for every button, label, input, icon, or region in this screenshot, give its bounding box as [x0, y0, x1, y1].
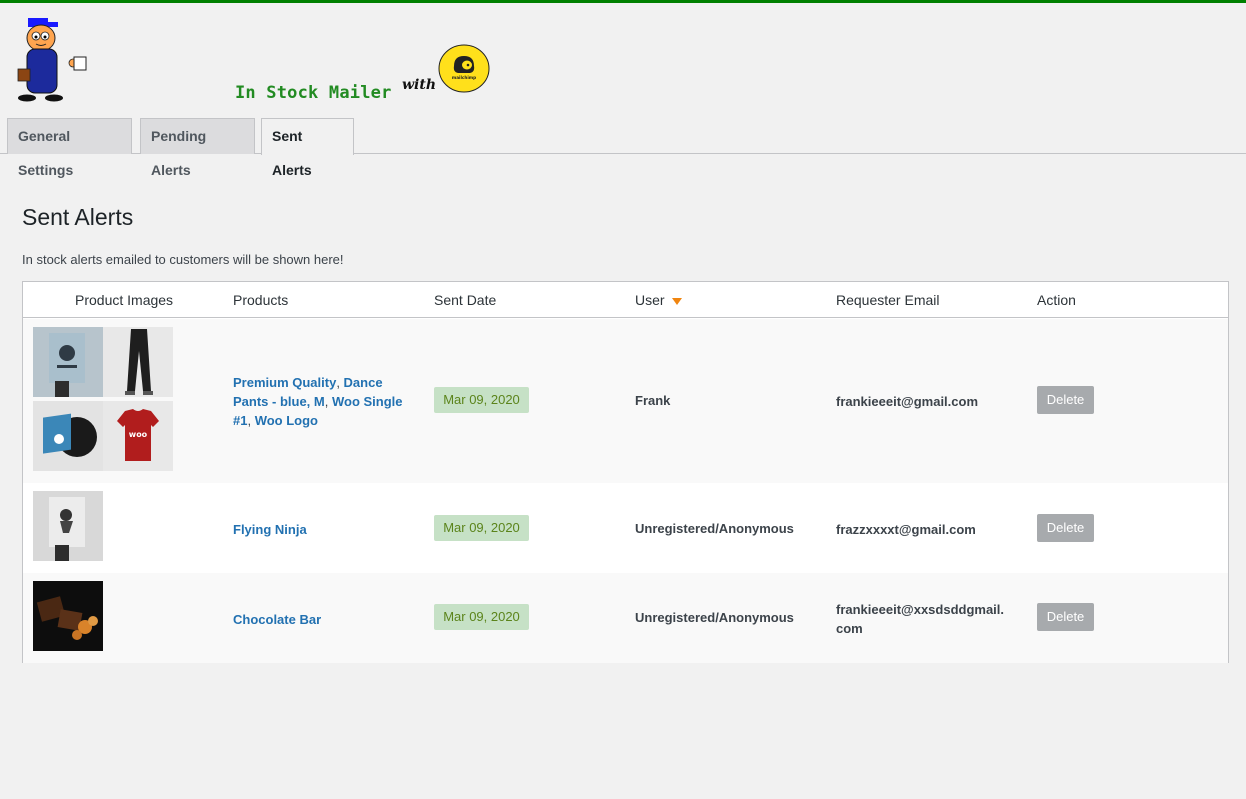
page-title: Sent Alerts — [22, 204, 134, 230]
user-name: Unregistered/Anonymous — [635, 521, 794, 536]
top-accent-bar — [0, 0, 1246, 3]
column-header-product-images: Product Images — [75, 292, 174, 308]
column-header-products[interactable]: Products — [233, 292, 288, 308]
table-header: Product Images Products Sent Date User R… — [23, 282, 1228, 318]
table-row: woo Premium Quality, Dance Pants - blue,… — [23, 319, 1228, 483]
chocolate-bar-icon[interactable] — [33, 581, 103, 651]
column-header-user[interactable]: User — [635, 292, 682, 308]
mailchimp-logo-text: mailchimp — [452, 75, 476, 80]
page-description: In stock alerts emailed to customers wil… — [22, 252, 344, 267]
tab-general-settings[interactable]: General Settings — [7, 118, 132, 178]
product-links: Flying Ninja — [233, 520, 418, 539]
sent-alerts-table: Product Images Products Sent Date User R… — [22, 281, 1229, 663]
tab-pending-alerts[interactable]: Pending Alerts — [140, 118, 255, 178]
sent-date-badge: Mar 09, 2020 — [434, 604, 529, 630]
product-link[interactable]: Woo Logo — [255, 413, 318, 428]
svg-text:woo: woo — [129, 430, 148, 439]
brand-title: In Stock Mailer — [235, 83, 392, 103]
column-header-user-label: User — [635, 292, 665, 308]
sort-descending-icon — [671, 297, 682, 305]
column-header-sent-date[interactable]: Sent Date — [434, 292, 496, 308]
product-link[interactable]: Premium Quality — [233, 375, 336, 390]
brand-with-label: with — [402, 77, 437, 93]
table-row: Chocolate Bar Mar 09, 2020 Unregistered/… — [23, 573, 1228, 663]
poster-icon[interactable] — [33, 327, 103, 397]
delete-button[interactable]: Delete — [1037, 386, 1094, 414]
product-links: Premium Quality, Dance Pants - blue, M, … — [233, 375, 403, 428]
mailman-mascot-icon — [17, 18, 87, 102]
table-row: Flying Ninja Mar 09, 2020 Unregistered/A… — [23, 483, 1228, 573]
column-header-requester-email[interactable]: Requester Email — [836, 292, 940, 308]
sent-date-badge: Mar 09, 2020 — [434, 387, 529, 413]
delete-button[interactable]: Delete — [1037, 603, 1094, 631]
requester-email: frankieeeit@xxsdsddgmail.com — [836, 602, 1005, 636]
tab-sent-alerts[interactable]: Sent Alerts — [261, 118, 354, 178]
requester-email: frankieeeit@gmail.com — [836, 394, 979, 409]
requester-email: frazzxxxxt@gmail.com — [836, 522, 976, 537]
vinyl-album-icon[interactable] — [33, 401, 103, 471]
user-name: Unregistered/Anonymous — [635, 610, 794, 625]
ninja-poster-icon[interactable] — [33, 491, 103, 561]
delete-button[interactable]: Delete — [1037, 514, 1094, 542]
sent-date-badge: Mar 09, 2020 — [434, 515, 529, 541]
dance-pants-icon[interactable] — [103, 327, 173, 397]
product-link[interactable]: Chocolate Bar — [233, 612, 321, 627]
product-links: Chocolate Bar — [233, 610, 418, 629]
settings-tabs: General Settings Pending Alerts Sent Ale… — [0, 118, 1246, 178]
user-name: Frank — [635, 393, 671, 408]
column-header-action: Action — [1037, 292, 1076, 308]
product-link[interactable]: Flying Ninja — [233, 522, 307, 537]
mailchimp-logo: mailchimp — [438, 44, 490, 93]
red-woo-tshirt-icon[interactable]: woo — [103, 401, 173, 471]
